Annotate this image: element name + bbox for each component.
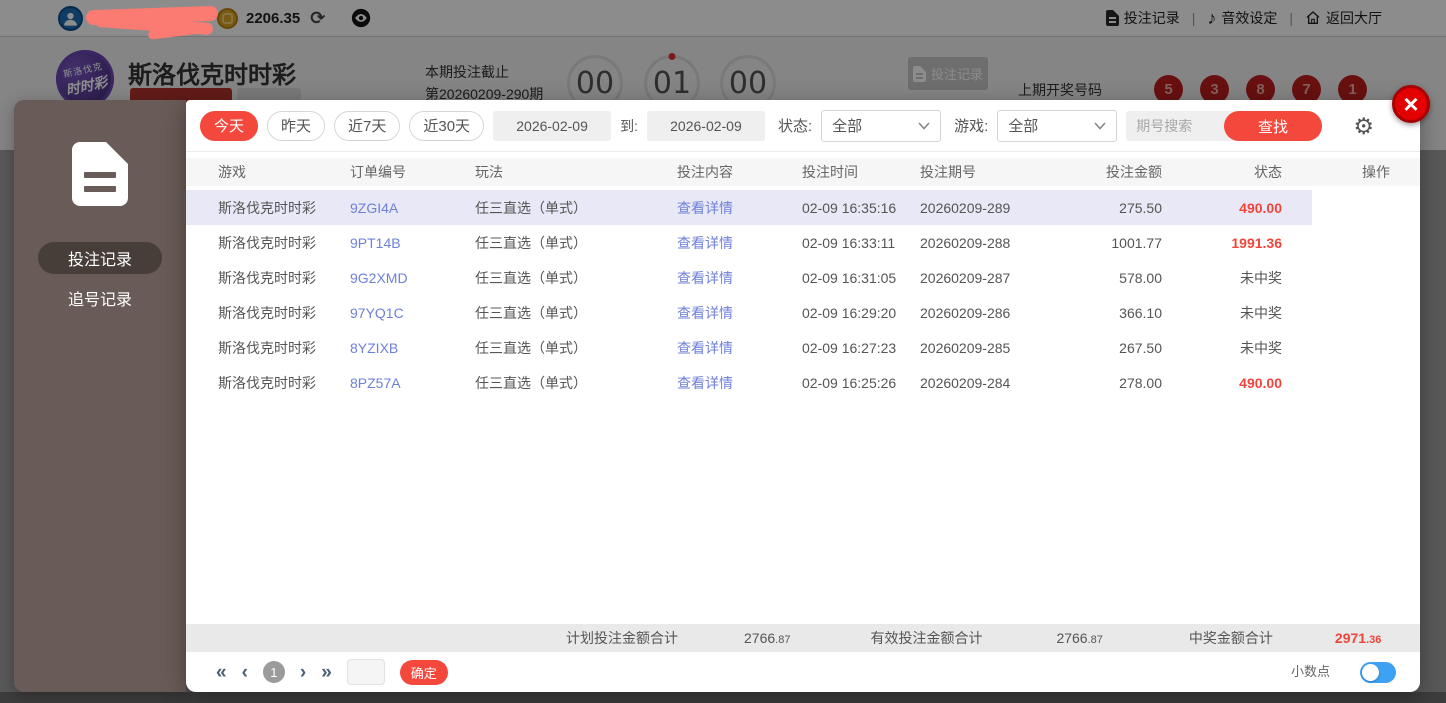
date-from-input[interactable] [493, 110, 612, 141]
bet-records-modal: × 今天 昨天 近7天 近30天 到: 状态: 全部 游戏: 全部 查找 ⚙ 游… [186, 85, 1430, 692]
planned-total-label: 计划投注金额合计 [566, 630, 678, 646]
bet-record-icon [72, 142, 128, 206]
filter-bar: 今天 昨天 近7天 近30天 到: 状态: 全部 游戏: 全部 查找 ⚙ [186, 100, 1420, 152]
decimal-toggle[interactable] [1360, 662, 1396, 683]
confirm-page-button[interactable]: 确定 [399, 659, 448, 685]
quick-filter-7days[interactable]: 近7天 [334, 110, 401, 141]
win-total-label: 中奖金额合计 [1188, 630, 1273, 646]
view-detail-link[interactable]: 查看详情 [677, 260, 802, 295]
first-page-icon[interactable]: « [216, 663, 227, 682]
status-value: 490.00 [1239, 374, 1282, 391]
status-value: 未中奖 [1240, 304, 1282, 321]
quick-filter-30days[interactable]: 近30天 [409, 110, 485, 141]
prev-page-icon[interactable]: ‹ [242, 663, 248, 682]
table-row[interactable]: 斯洛伐克时时彩 97YQ1C 任三直选（单式） 查看详情 02-09 16:29… [186, 295, 1420, 330]
order-link[interactable]: 9ZGI4A [350, 190, 475, 225]
gear-icon[interactable]: ⚙ [1353, 113, 1374, 140]
toggle-knob [1362, 664, 1379, 681]
status-value: 490.00 [1192, 190, 1312, 225]
action-cell [1312, 365, 1420, 400]
status-value: 未中奖 [1240, 269, 1282, 286]
order-link[interactable]: 8YZIXB [350, 330, 475, 365]
table-row[interactable]: 斯洛伐克时时彩 9ZGI4A 任三直选（单式） 查看详情 02-09 16:35… [186, 190, 1420, 225]
view-detail-link[interactable]: 查看详情 [677, 225, 802, 260]
action-cell [1312, 225, 1420, 260]
action-cell [1312, 295, 1420, 330]
quick-filter-today[interactable]: 今天 [200, 110, 259, 141]
date-to-label: 到: [620, 117, 638, 134]
pagination-bar: « ‹ 1 › » 确定 小数点 [186, 652, 1420, 692]
table-row[interactable]: 斯洛伐克时时彩 9PT14B 任三直选（单式） 查看详情 02-09 16:33… [186, 225, 1420, 260]
win-total-value: 2971.36 [1334, 630, 1382, 646]
page-number-input[interactable] [346, 659, 385, 685]
game-filter-label: 游戏: [954, 118, 989, 135]
order-link[interactable]: 9PT14B [350, 225, 475, 260]
view-detail-link[interactable]: 查看详情 [677, 365, 802, 400]
order-link[interactable]: 9G2XMD [350, 260, 475, 295]
game-select[interactable]: 全部 [997, 109, 1118, 142]
status-filter-label: 状态: [777, 118, 813, 135]
summary-bar: 计划投注金额合计 2766.87 有效投注金额合计 2766.87 中奖金额合计… [186, 624, 1420, 652]
last-page-icon[interactable]: » [321, 663, 332, 682]
chevron-down-icon [918, 121, 930, 130]
action-cell [1312, 190, 1420, 225]
status-value: 未中奖 [1240, 339, 1282, 356]
view-detail-link[interactable]: 查看详情 [677, 190, 802, 225]
valid-total-value: 2766.87 [1056, 630, 1103, 646]
table-row[interactable]: 斯洛伐克时时彩 9G2XMD 任三直选（单式） 查看详情 02-09 16:31… [186, 260, 1420, 295]
decimal-toggle-label: 小数点 [1290, 664, 1330, 679]
order-link[interactable]: 97YQ1C [350, 295, 475, 330]
action-cell [1312, 330, 1420, 365]
valid-total-label: 有效投注金额合计 [870, 630, 983, 646]
sidebar-item-chase-records[interactable]: 追号记录 [38, 282, 162, 314]
close-icon[interactable]: × [1392, 85, 1430, 123]
chevron-down-icon [1094, 121, 1106, 130]
view-detail-link[interactable]: 查看详情 [677, 330, 802, 365]
view-detail-link[interactable]: 查看详情 [677, 295, 802, 330]
date-to-input[interactable] [646, 110, 765, 141]
sidebar-item-bet-records[interactable]: 投注记录 [38, 242, 162, 274]
quick-filter-yesterday[interactable]: 昨天 [267, 110, 326, 141]
search-button[interactable]: 查找 [1224, 111, 1322, 141]
action-cell [1312, 260, 1420, 295]
status-select[interactable]: 全部 [821, 109, 942, 142]
table-row[interactable]: 斯洛伐克时时彩 8PZ57A 任三直选（单式） 查看详情 02-09 16:25… [186, 365, 1420, 400]
next-page-icon[interactable]: › [300, 663, 306, 682]
planned-total-value: 2766.87 [744, 630, 791, 646]
current-page-badge[interactable]: 1 [262, 661, 285, 683]
table-body: 斯洛伐克时时彩 9ZGI4A 任三直选（单式） 查看详情 02-09 16:35… [186, 190, 1420, 400]
table-header: 游戏 订单编号 玩法 投注内容 投注时间 投注期号 投注金额 状态 操作 [186, 158, 1420, 186]
status-value: 1991.36 [1231, 234, 1282, 251]
order-link[interactable]: 8PZ57A [350, 365, 475, 400]
records-drawer: 投注记录 追号记录 [14, 100, 186, 692]
table-row[interactable]: 斯洛伐克时时彩 8YZIXB 任三直选（单式） 查看详情 02-09 16:27… [186, 330, 1420, 365]
